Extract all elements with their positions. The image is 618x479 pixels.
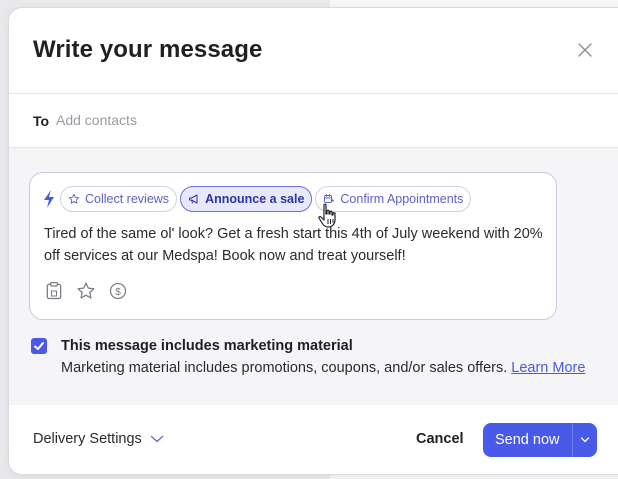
compose-area: Collect reviews Announce a sale Confirm … [9, 148, 618, 405]
close-icon [578, 43, 592, 57]
chevron-down-icon [150, 435, 163, 443]
clipboard-icon[interactable] [44, 281, 64, 301]
marketing-description-row: Marketing material includes promotions, … [61, 360, 585, 376]
composer-toolbar: $ [44, 281, 128, 301]
template-chips: Collect reviews Announce a sale Confirm … [42, 185, 474, 213]
chip-label: Collect reviews [85, 192, 170, 206]
learn-more-link[interactable]: Learn More [511, 360, 585, 376]
chip-collect-reviews[interactable]: Collect reviews [60, 186, 178, 212]
message-text[interactable]: Tired of the same ol' look? Get a fresh … [44, 223, 544, 267]
modal-title: Write your message [33, 36, 263, 63]
send-options-dropdown[interactable] [573, 423, 597, 457]
svg-text:$: $ [115, 287, 121, 298]
stage: Write your message To Add contacts Colle… [0, 0, 618, 479]
delivery-settings-button[interactable]: Delivery Settings [33, 431, 164, 447]
chip-announce-sale[interactable]: Announce a sale [180, 186, 313, 212]
chip-label: Announce a sale [205, 192, 305, 206]
message-composer[interactable]: Collect reviews Announce a sale Confirm … [29, 172, 557, 320]
cancel-button[interactable]: Cancel [416, 431, 464, 447]
send-now-button[interactable]: Send now [483, 423, 573, 457]
send-button-group: Send now [483, 423, 597, 457]
delivery-settings-label: Delivery Settings [33, 431, 142, 447]
modal-footer: Delivery Settings Cancel Send now [9, 405, 618, 474]
marketing-title: This message includes marketing material [61, 338, 353, 354]
to-label: To [33, 113, 50, 129]
dollar-icon[interactable]: $ [108, 281, 128, 301]
marketing-checkbox[interactable] [31, 338, 47, 354]
close-button[interactable] [575, 40, 595, 60]
megaphone-icon [189, 194, 198, 204]
star-icon[interactable] [76, 281, 96, 301]
modal-header: Write your message [9, 8, 618, 94]
to-row: To [9, 94, 618, 148]
marketing-description: Marketing material includes promotions, … [61, 360, 508, 376]
contacts-input[interactable] [56, 108, 456, 132]
message-modal: Write your message To Add contacts Colle… [8, 7, 618, 475]
checkmark-icon [34, 342, 44, 350]
lightning-icon [44, 190, 54, 208]
star-icon [68, 193, 80, 204]
chip-label: Confirm Appointments [340, 192, 464, 206]
chevron-down-icon [580, 437, 589, 443]
